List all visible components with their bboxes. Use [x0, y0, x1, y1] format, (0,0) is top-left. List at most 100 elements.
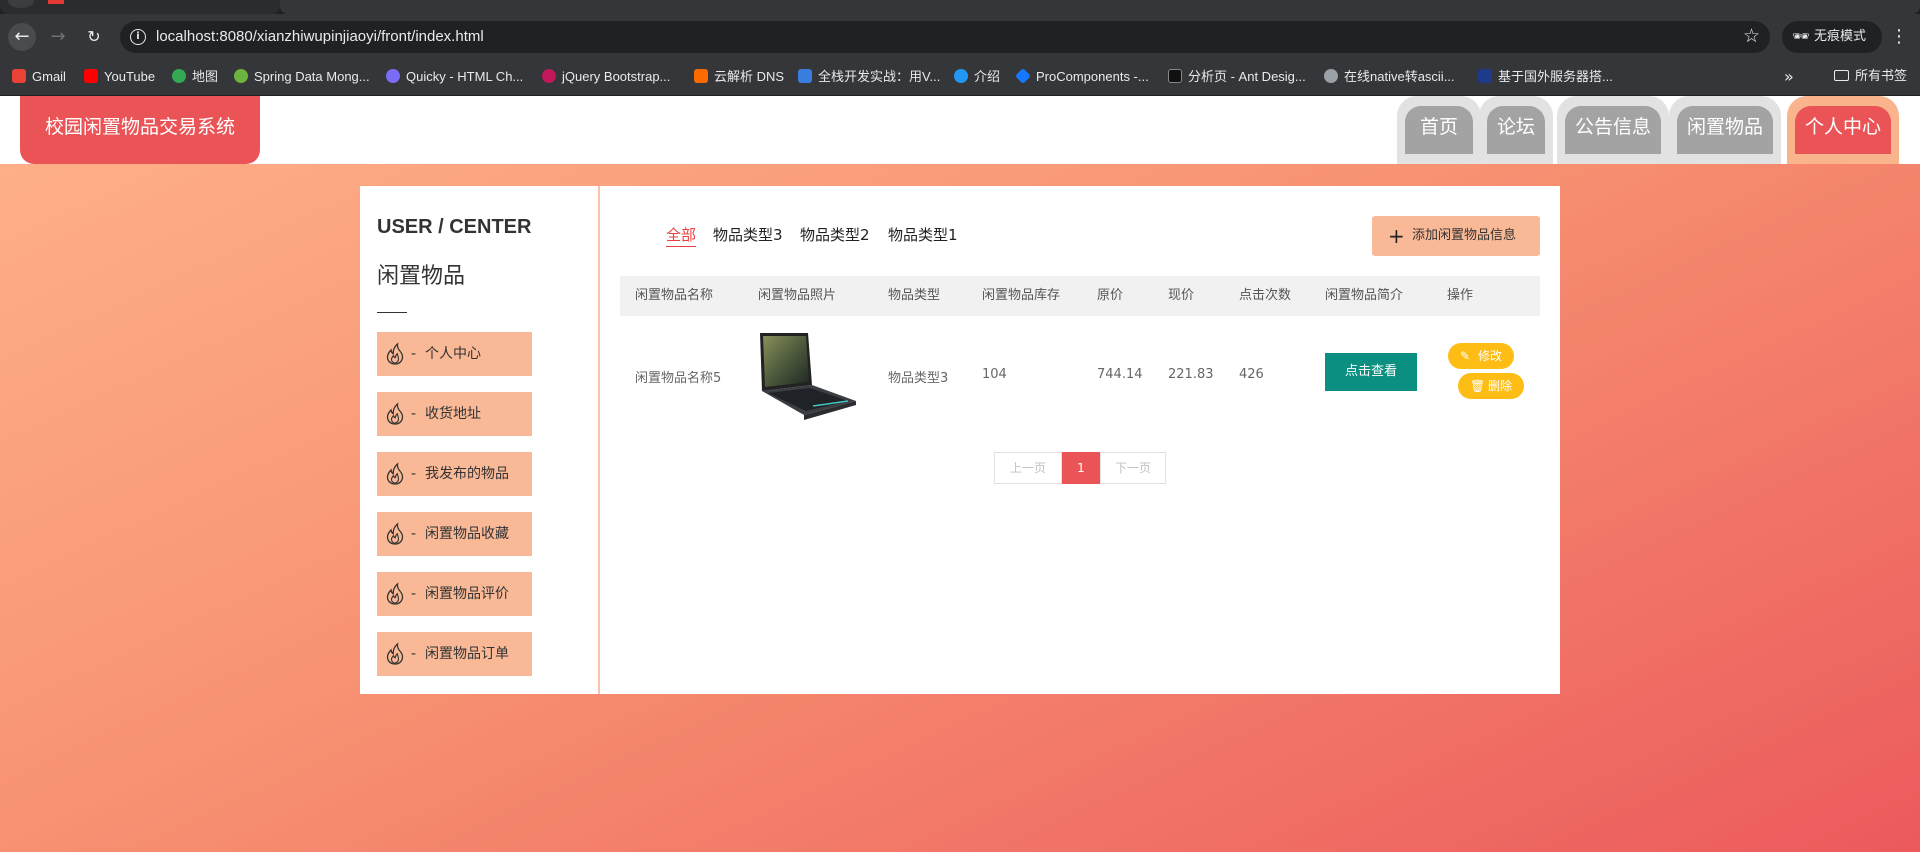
maps-icon: [172, 69, 186, 83]
bookmark-fullstack[interactable]: 全栈开发实战：用V...: [798, 60, 940, 96]
category-tab-all[interactable]: 全部: [666, 224, 697, 247]
sidebar-item-my-posts[interactable]: - 我发布的物品: [377, 452, 532, 496]
folder-icon: [1834, 70, 1849, 81]
view-details-button[interactable]: 点击查看: [1325, 353, 1417, 391]
reload-icon[interactable]: ↻: [80, 23, 108, 51]
sidebar-item-favorites[interactable]: - 闲置物品收藏: [377, 512, 532, 556]
flame-icon: [386, 582, 404, 605]
jquery-icon: [542, 69, 556, 83]
gmail-icon: [12, 69, 26, 83]
bookmark-gmail[interactable]: Gmail: [12, 60, 66, 96]
category-tab-type1[interactable]: 物品类型1: [888, 224, 958, 245]
add-item-button[interactable]: + 添加闲置物品信息: [1372, 216, 1540, 256]
browser-tabstrip: [0, 0, 1920, 14]
sidebar-item-orders[interactable]: - 闲置物品订单: [377, 632, 532, 676]
next-page-button[interactable]: 下一页: [1100, 452, 1166, 484]
column-header: 闲置物品简介: [1325, 288, 1404, 303]
site-header: 校园闲置物品交易系统 首页 论坛 公告信息 闲置物品 个人中心: [0, 96, 1920, 164]
tab-favicon-icon: [48, 0, 64, 4]
bookmark-foreign-server[interactable]: 基于国外服务器搭...: [1478, 60, 1613, 96]
flame-icon: [386, 402, 404, 425]
column-header: 闲置物品名称: [635, 288, 714, 303]
sidebar-item-address[interactable]: - 收货地址: [377, 392, 532, 436]
flame-icon: [386, 642, 404, 665]
flame-icon: [386, 522, 404, 545]
delete-button[interactable]: 🗑 删除: [1458, 373, 1524, 399]
browser-toolbar: ← → ↻ i localhost:8080/xianzhiwupinjiaoy…: [0, 14, 1920, 60]
sidebar-item-label: 闲置物品评价: [425, 586, 509, 602]
youtube-icon: [84, 69, 98, 83]
flag-icon: [1478, 69, 1492, 83]
incognito-label: 无痕模式: [1814, 29, 1867, 44]
column-header: 原价: [1097, 288, 1124, 303]
pagination: 上一页 1 下一页: [994, 452, 1166, 484]
sidebar-item-reviews[interactable]: - 闲置物品评价: [377, 572, 532, 616]
nav-forum[interactable]: 论坛: [1479, 96, 1553, 164]
spring-icon: [234, 69, 248, 83]
trash-icon: 🗑: [1470, 379, 1486, 393]
forward-arrow-icon[interactable]: →: [44, 23, 72, 51]
table-header: 闲置物品名称 闲置物品照片 物品类型 闲置物品库存 原价 现价 点击次数 闲置物…: [620, 276, 1540, 316]
bookmark-procomponents[interactable]: ProComponents -...: [1015, 60, 1149, 96]
cell-clicks: 426: [1239, 367, 1264, 382]
category-tab-type3[interactable]: 物品类型3: [713, 224, 783, 245]
bookmark-dns[interactable]: 云解析 DNS: [694, 60, 784, 96]
back-arrow-icon[interactable]: ←: [8, 23, 36, 51]
sidebar-item-user-center[interactable]: - 个人中心: [377, 332, 532, 376]
bookmark-jquery[interactable]: jQuery Bootstrap...: [542, 60, 670, 96]
incognito-indicator[interactable]: 🕶 无痕模式: [1782, 21, 1882, 53]
bookmark-antdesign[interactable]: 分析页 - Ant Desig...: [1168, 60, 1306, 96]
plus-icon: +: [1388, 224, 1405, 248]
nav-idle-items[interactable]: 闲置物品: [1669, 96, 1781, 164]
column-header: 点击次数: [1239, 288, 1292, 303]
pencil-icon: ✎: [1460, 349, 1471, 363]
url-text[interactable]: localhost:8080/xianzhiwupinjiaoyi/front/…: [156, 28, 484, 45]
edit-button[interactable]: ✎ 修改: [1448, 343, 1514, 369]
bookmarks-overflow-icon[interactable]: »: [1784, 60, 1794, 94]
cell-current-price: 221.83: [1168, 367, 1214, 382]
nav-announcements[interactable]: 公告信息: [1557, 96, 1669, 164]
browser-menu-icon[interactable]: ⋮: [1888, 23, 1910, 51]
browser-tab-inactive[interactable]: [0, 0, 280, 14]
aliyun-icon: [694, 69, 708, 83]
site-logo[interactable]: 校园闲置物品交易系统: [20, 96, 260, 164]
bookmark-youtube[interactable]: YouTube: [84, 60, 155, 96]
intro-icon: [954, 69, 968, 83]
bookmark-intro[interactable]: 介绍: [954, 60, 1000, 96]
browser-tab-active[interactable]: [280, 0, 1920, 14]
sidebar-title-en: USER / CENTER: [377, 216, 532, 238]
column-header: 操作: [1447, 288, 1474, 303]
item-photo[interactable]: [758, 331, 858, 423]
nav-user-center[interactable]: 个人中心: [1787, 96, 1899, 164]
bookmark-native-ascii[interactable]: 在线native转ascii...: [1324, 60, 1455, 96]
bookmark-maps[interactable]: 地图: [172, 60, 218, 96]
procomponents-icon: [1015, 68, 1031, 84]
user-center-sidebar: USER / CENTER 闲置物品 - 个人中心 - 收货地址 - 我发布的物…: [360, 186, 598, 694]
page-number-current[interactable]: 1: [1062, 452, 1100, 484]
page-viewport: 校园闲置物品交易系统 首页 论坛 公告信息 闲置物品 个人中心 USER / C…: [0, 96, 1920, 852]
all-bookmarks-button[interactable]: 所有书签: [1834, 60, 1907, 94]
address-bar[interactable]: i localhost:8080/xianzhiwupinjiaoyi/fron…: [120, 21, 1770, 53]
column-header: 闲置物品库存: [982, 288, 1061, 303]
quicky-icon: [386, 69, 400, 83]
column-header: 物品类型: [888, 288, 941, 303]
sidebar-item-label: 闲置物品订单: [425, 646, 509, 662]
bookmark-star-icon[interactable]: ☆: [1743, 25, 1760, 47]
category-tab-type2[interactable]: 物品类型2: [800, 224, 870, 245]
flame-icon: [386, 342, 404, 365]
cell-stock: 104: [982, 367, 1007, 382]
flame-icon: [386, 462, 404, 485]
column-header: 现价: [1168, 288, 1195, 303]
bookmark-spring[interactable]: Spring Data Mong...: [234, 60, 370, 96]
sidebar-title-cn: 闲置物品: [377, 264, 466, 289]
globe-icon: [1324, 69, 1338, 83]
sidebar-item-label: 个人中心: [425, 346, 481, 362]
prev-page-button[interactable]: 上一页: [994, 452, 1062, 484]
nav-home[interactable]: 首页: [1397, 96, 1481, 164]
column-header: 闲置物品照片: [758, 288, 837, 303]
sidebar-item-label: 我发布的物品: [425, 466, 509, 482]
site-info-icon[interactable]: i: [130, 29, 146, 45]
bookmark-quicky[interactable]: Quicky - HTML Ch...: [386, 60, 523, 96]
tab-close-icon[interactable]: [8, 0, 34, 8]
cell-item-name: 闲置物品名称5: [635, 371, 722, 386]
